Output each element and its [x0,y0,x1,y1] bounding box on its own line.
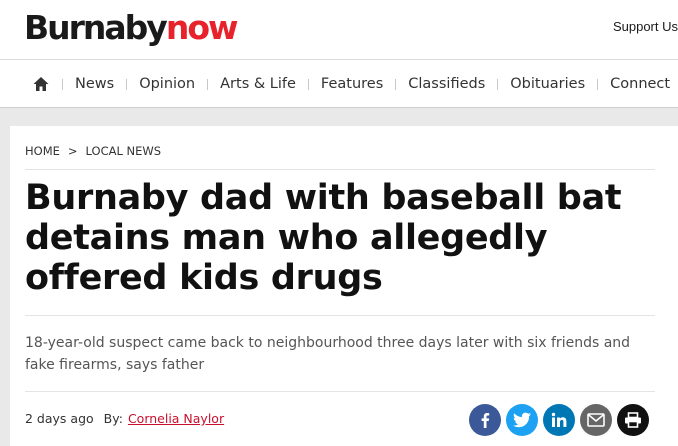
nav-item-features[interactable]: Features [321,76,383,92]
breadcrumb-separator: > [67,144,78,158]
logo-text-now: now [165,8,239,47]
article-subtitle: 18-year-old suspect came back to neighbo… [25,335,631,373]
home-icon[interactable] [32,75,50,93]
article-title: Burnaby dad with baseball bat detains ma… [25,178,622,298]
byline-label: By: [103,411,123,426]
site-logo[interactable]: Burnabynow [24,6,239,50]
divider [25,391,655,392]
share-bar [469,404,649,436]
nav-item-opinion[interactable]: Opinion [139,76,195,92]
nav-item-classifieds[interactable]: Classifieds [408,76,485,92]
divider [25,169,655,170]
support-us-link[interactable]: Support Us [613,19,678,34]
article-card: HOME > LOCAL NEWS Burnaby dad with baseb… [10,126,678,446]
share-twitter-button[interactable] [506,404,538,436]
nav-item-obituaries[interactable]: Obituaries [510,76,585,92]
twitter-icon [513,412,531,428]
nav-separator [62,78,63,90]
share-linkedin-button[interactable] [543,404,575,436]
facebook-icon [481,413,490,428]
breadcrumb-local-news[interactable]: LOCAL NEWS [86,144,162,158]
main-navigation: News Opinion Arts & Life Features Classified… [0,60,678,108]
logo-text-burnaby: Burnaby [24,8,168,47]
print-icon [625,412,641,428]
divider [25,315,655,316]
nav-separator [497,78,499,90]
site-header: Burnabynow Support Us [0,0,678,60]
author-link[interactable]: Cornelia Naylor [128,411,224,426]
breadcrumb-home[interactable]: HOME [25,144,60,158]
nav-separator [395,78,397,90]
nav-separator [307,78,309,90]
share-email-button[interactable] [580,404,612,436]
nav-items: News Opinion Arts & Life Features Classified… [50,60,670,108]
article-timestamp: 2 days ago [25,411,94,426]
nav-item-arts-life[interactable]: Arts & Life [220,76,296,92]
article-meta: 2 days ago By: Cornelia Naylor [25,411,224,426]
breadcrumb: HOME > LOCAL NEWS [25,144,161,158]
nav-separator [597,78,599,90]
nav-separator [126,78,128,90]
nav-separator [207,78,209,90]
nav-item-connect[interactable]: Connect [610,76,670,92]
email-icon [587,413,605,427]
linkedin-icon [551,412,567,427]
nav-item-news[interactable]: News [75,76,114,92]
share-print-button[interactable] [617,404,649,436]
share-facebook-button[interactable] [469,404,501,436]
